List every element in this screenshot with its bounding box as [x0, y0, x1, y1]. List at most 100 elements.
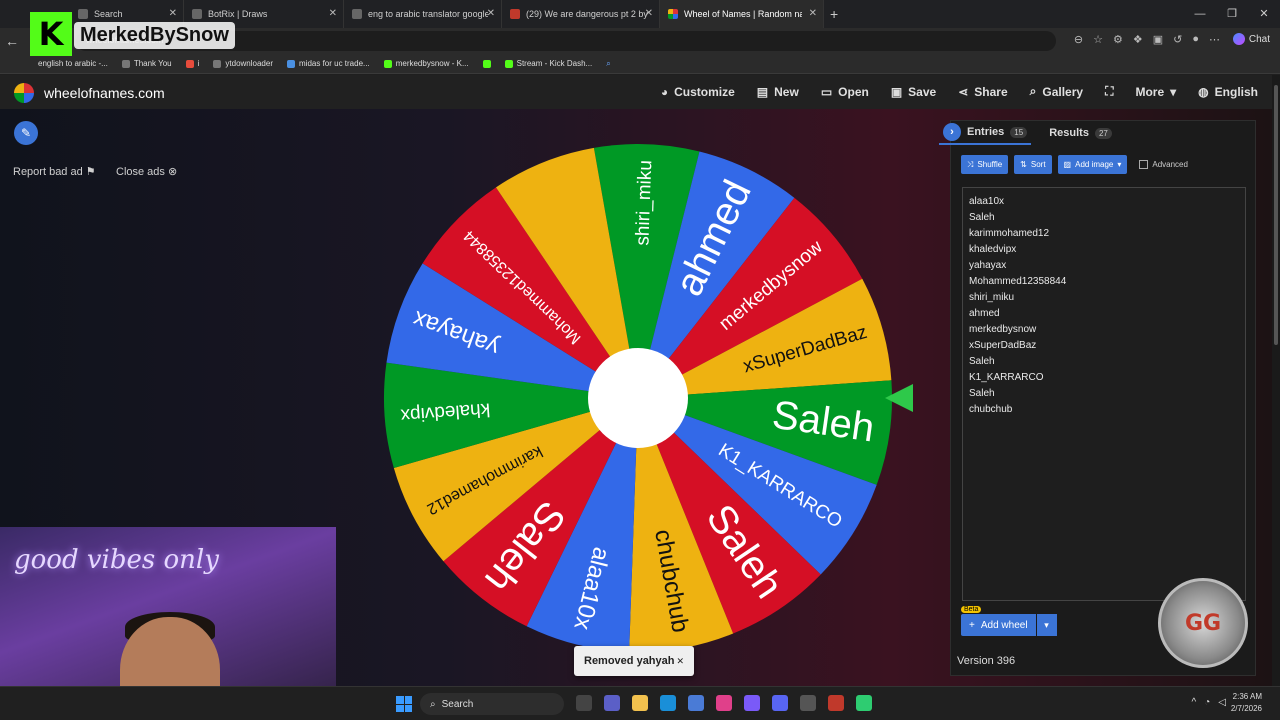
- add-wheel-button[interactable]: + Add wheel: [961, 614, 1036, 636]
- close-icon[interactable]: ✕: [645, 8, 653, 19]
- bookmark-item[interactable]: Stream - Kick Dash...: [504, 59, 592, 68]
- language-button[interactable]: ◍ English: [1198, 84, 1258, 99]
- close-icon[interactable]: ✕: [169, 8, 177, 19]
- add-wheel-label: Add wheel: [980, 619, 1028, 631]
- tab-entries[interactable]: › Entries 15: [939, 121, 1032, 145]
- save-icon: ▣: [890, 84, 903, 99]
- windows-taskbar: ⌕ Search ^ ◔ ◁ 2:36 AM 2/7/2026: [0, 686, 1280, 720]
- more-button[interactable]: More ▾: [1135, 84, 1176, 99]
- close-icon[interactable]: ✕: [329, 8, 337, 19]
- more-icon[interactable]: ⋯: [1209, 33, 1220, 46]
- favorites-icon[interactable]: ❖: [1133, 33, 1143, 46]
- add-image-button[interactable]: ▨ Add image ▾: [1057, 155, 1128, 174]
- advanced-checkbox[interactable]: Advanced: [1139, 160, 1188, 169]
- open-button[interactable]: ▭ Open: [821, 84, 869, 99]
- new-button[interactable]: ▤ New: [757, 84, 799, 99]
- close-window-icon[interactable]: ✕: [1248, 0, 1280, 28]
- restore-icon[interactable]: ❐: [1216, 0, 1248, 28]
- site-nav: ◕ Customize ▤ New ▭ Open ▣ Save ⋖ Share ⌕ Gall…: [661, 84, 1258, 99]
- bookmark-item[interactable]: Thank You: [121, 59, 172, 68]
- page-scrollbar[interactable]: [1272, 75, 1280, 686]
- entries-textarea[interactable]: alaa10x Saleh karimmohamed12 khaledvipx yaha…: [962, 187, 1246, 601]
- windows-start-icon[interactable]: [396, 696, 412, 712]
- app-icon[interactable]: [856, 695, 872, 711]
- taskbar-clock[interactable]: 2:36 AM 2/7/2026: [1231, 691, 1262, 715]
- report-bad-ad-link[interactable]: Report bad ad ⚑: [13, 165, 96, 178]
- discord-icon[interactable]: [772, 695, 788, 711]
- profile-icon[interactable]: ●: [1192, 33, 1199, 46]
- site-name[interactable]: wheelofnames.com: [44, 85, 165, 101]
- nav-label: More: [1135, 84, 1165, 99]
- bookmark-item[interactable]: ⌕: [606, 59, 610, 69]
- bookmark-item[interactable]: midas for uc trade...: [287, 59, 370, 68]
- wheel-center-hub[interactable]: [588, 348, 688, 448]
- browser-tab-active[interactable]: Wheel of Names | Random na ✕: [660, 0, 824, 28]
- close-icon[interactable]: ✕: [809, 8, 817, 19]
- bookmark-item[interactable]: ytdownloader: [213, 59, 273, 68]
- removed-toast: Removed yahyah ✕: [574, 646, 694, 676]
- search-icon: ⌕: [430, 698, 436, 710]
- bookmark-label: midas for uc trade...: [299, 59, 370, 68]
- extensions-icon[interactable]: ⚙: [1113, 33, 1123, 46]
- taskbar-search[interactable]: ⌕ Search: [420, 693, 564, 715]
- sort-button[interactable]: ⇅ Sort: [1014, 155, 1052, 174]
- bookmark-label: i: [197, 59, 200, 68]
- entry-line: K1_KARRARCO: [969, 372, 1044, 383]
- bookmark-item[interactable]: i: [185, 59, 200, 68]
- history-icon[interactable]: ↺: [1173, 33, 1182, 46]
- shuffle-button[interactable]: ⤨ Shuffle: [961, 155, 1009, 174]
- close-ads-link[interactable]: Close ads ⊗: [116, 165, 177, 178]
- bookmark-item[interactable]: english to arabic -...: [38, 59, 108, 68]
- close-icon[interactable]: ✕: [676, 656, 684, 667]
- minimize-icon[interactable]: —: [1184, 0, 1216, 28]
- gallery-button[interactable]: ⌕ Gallery: [1030, 84, 1083, 99]
- file-icon: ▤: [756, 84, 769, 99]
- chevron-down-icon: ▾: [1044, 619, 1049, 630]
- browser-tab[interactable]: eng to arabic translator google - S ✕: [344, 0, 502, 28]
- app-icon[interactable]: [716, 695, 732, 711]
- bookmark-item[interactable]: [482, 59, 491, 68]
- close-icon[interactable]: ✕: [487, 8, 495, 19]
- store-icon[interactable]: [688, 695, 704, 711]
- share-button[interactable]: ⋖ Share: [958, 84, 1007, 99]
- volume-icon[interactable]: ◁: [1218, 697, 1226, 708]
- sort-icon: ⇅: [1020, 160, 1027, 169]
- back-icon[interactable]: ←: [0, 33, 24, 49]
- star-icon[interactable]: ☆: [1093, 33, 1103, 46]
- app-icon[interactable]: [800, 695, 816, 711]
- task-view-icon[interactable]: [576, 695, 592, 711]
- copilot-chat-button[interactable]: Chat: [1232, 33, 1270, 45]
- fullscreen-button[interactable]: ⛶: [1105, 84, 1113, 99]
- collections-icon[interactable]: ▣: [1153, 33, 1163, 46]
- copilot-icon[interactable]: [744, 695, 760, 711]
- wheel-logo-icon[interactable]: [14, 83, 34, 103]
- menu-icon[interactable]: ⊖: [1074, 33, 1083, 46]
- scroll-thumb[interactable]: [1274, 85, 1278, 345]
- save-button[interactable]: ▣ Save: [891, 84, 936, 99]
- file-explorer-icon[interactable]: [632, 695, 648, 711]
- edge-icon[interactable]: [660, 695, 676, 711]
- bookmark-item[interactable]: merkedbysnow - K...: [383, 59, 469, 68]
- tab-results[interactable]: Results 27: [1045, 121, 1116, 145]
- add-wheel-dropdown[interactable]: ▾: [1036, 614, 1057, 636]
- bookmarks-bar: english to arabic -... Thank You i ytdow…: [0, 54, 1280, 74]
- entry-line: khaledvipx: [969, 244, 1017, 255]
- search-icon: [78, 9, 88, 19]
- edit-pencil-button[interactable]: ✎: [14, 121, 38, 145]
- chevron-up-icon[interactable]: ^: [1192, 697, 1197, 708]
- advanced-label: Advanced: [1152, 160, 1188, 169]
- tab-label: Wheel of Names | Random na: [684, 9, 802, 19]
- bookmark-label: ytdownloader: [225, 59, 273, 68]
- teams-icon[interactable]: [604, 695, 620, 711]
- app-icon[interactable]: [828, 695, 844, 711]
- bookmark-icon: [287, 59, 295, 68]
- version-label: Version 396: [957, 655, 1016, 667]
- new-tab-icon[interactable]: +: [830, 6, 838, 22]
- search-icon: ⌕: [606, 58, 611, 68]
- browser-tab[interactable]: (29) We are dangerous pt 2 by BO ✕: [502, 0, 660, 28]
- customize-button[interactable]: ◕ Customize: [661, 84, 735, 99]
- network-icon[interactable]: ◔: [1204, 697, 1210, 708]
- wheel-of-names[interactable]: shiri_miku ahmedmerkedbysnowxSuperDadBazS…: [380, 140, 896, 656]
- nav-label: New: [774, 84, 799, 99]
- chevron-right-icon[interactable]: ›: [943, 123, 961, 141]
